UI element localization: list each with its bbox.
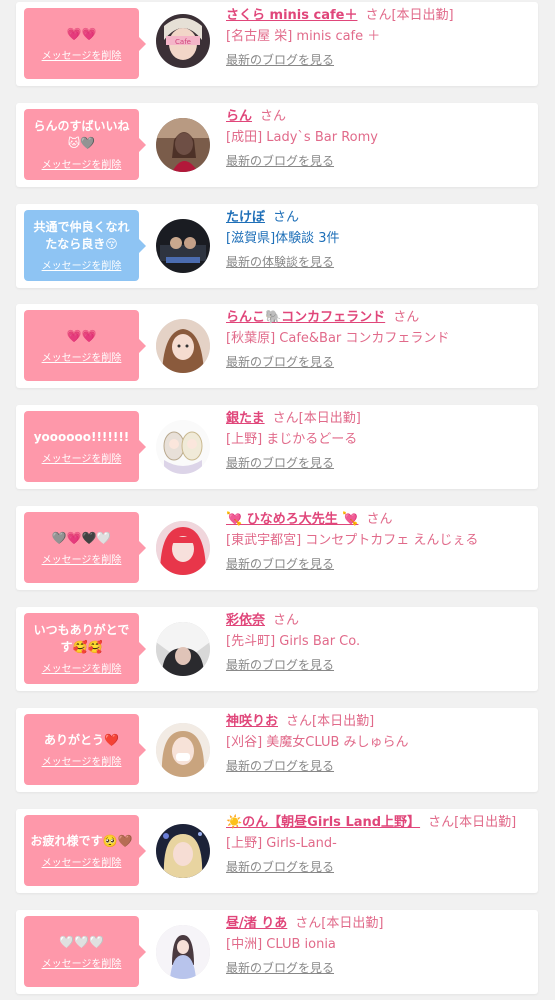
message-bubble: らんのすばいいね🐱🩶 メッセージを削除 xyxy=(24,109,146,180)
shop-label: [中洲] CLUB ionia xyxy=(226,937,336,952)
message-card: 🤍🤍🤍 メッセージを削除 昼/渚 りあ さん[本日出勤] [中洲] CLUB io… xyxy=(16,910,538,994)
honorific: さん xyxy=(295,916,322,931)
message-card: 💗💗 メッセージを削除 らんこ🐘コンカフェランド さん [秋葉原] Cafe&Ba… xyxy=(16,304,538,388)
avatar[interactable]: Cafe xyxy=(156,14,210,68)
profile-name-link[interactable]: 彩依奈 xyxy=(226,613,265,628)
shop-label: [上野] まじかるどーる xyxy=(226,432,358,447)
profile-name-link[interactable]: 💘 ひなめろ大先生 💘 xyxy=(226,512,358,527)
message-text: お疲れ様です🥺🤎 xyxy=(30,833,133,848)
delete-message-link[interactable]: メッセージを削除 xyxy=(42,257,122,272)
message-text: 🩶💗🖤🤍 xyxy=(51,530,112,545)
latest-blog-link[interactable]: 最新のブログを見る xyxy=(226,48,531,72)
work-status: [本日出勤] xyxy=(321,916,384,931)
delete-message-link[interactable]: メッセージを削除 xyxy=(42,854,122,869)
message-text: らんのすばいいね🐱🩶 xyxy=(33,119,130,150)
message-card: yoooooo!!!!!!! メッセージを削除 銀たま さん[本日出勤] [上野]… xyxy=(16,405,538,489)
profile-name-link[interactable]: 神咲りお xyxy=(226,714,278,729)
message-text: ありがとう❤️ xyxy=(44,732,119,747)
avatar[interactable] xyxy=(156,118,210,172)
delete-message-link[interactable]: メッセージを削除 xyxy=(42,47,122,62)
profile-name-link[interactable]: らん xyxy=(226,109,252,124)
avatar[interactable] xyxy=(156,925,210,979)
latest-blog-link[interactable]: 最新のブログを見る xyxy=(226,552,531,576)
shop-label: [先斗町] Girls Bar Co. xyxy=(226,634,361,649)
avatar[interactable] xyxy=(156,420,210,474)
message-bubble: yoooooo!!!!!!! メッセージを削除 xyxy=(24,411,146,482)
message-bubble: 💗💗 メッセージを削除 xyxy=(24,8,146,79)
profile-name-link[interactable]: たけぼ xyxy=(226,210,265,225)
latest-blog-link[interactable]: 最新のブログを見る xyxy=(226,149,531,173)
honorific: さん xyxy=(272,411,299,426)
avatar[interactable] xyxy=(156,723,210,777)
latest-blog-link[interactable]: 最新のブログを見る xyxy=(226,653,531,677)
message-text: いつもありがとです🥰🥰 xyxy=(33,623,130,654)
shop-label: [名古屋 栄] minis cafe ＋ xyxy=(226,29,381,44)
delete-message-link[interactable]: メッセージを削除 xyxy=(42,955,122,970)
profile-name-link[interactable]: 昼/渚 りあ xyxy=(226,916,287,931)
message-bubble: 🤍🤍🤍 メッセージを削除 xyxy=(24,916,146,987)
honorific: さん xyxy=(273,210,300,225)
shop-label: [刈谷] 美魔女CLUB みしゅらん xyxy=(226,735,409,750)
delete-message-link[interactable]: メッセージを削除 xyxy=(42,660,122,675)
message-bubble: いつもありがとです🥰🥰 メッセージを削除 xyxy=(24,613,146,684)
shop-label: [秋葉原] Cafe&Bar コンカフェランド xyxy=(226,331,450,346)
honorific: さん xyxy=(366,512,393,527)
profile-name-link[interactable]: 銀たま xyxy=(226,411,265,426)
profile-name-link[interactable]: らんこ🐘コンカフェランド xyxy=(226,310,385,325)
profile-name-link[interactable]: ☀️のん【朝昼Girls Land上野】 xyxy=(226,815,420,830)
avatar[interactable] xyxy=(156,219,210,273)
work-status: [本日出勤] xyxy=(298,411,361,426)
shop-label: [成田] Lady`s Bar Romy xyxy=(226,130,378,145)
work-status: [本日出勤] xyxy=(312,714,375,729)
message-card: 🩶💗🖤🤍 メッセージを削除 💘 ひなめろ大先生 💘 さん [東武宇都宮] コンセプ… xyxy=(16,506,538,590)
svg-text:Cafe: Cafe xyxy=(175,38,191,46)
message-card: ありがとう❤️ メッセージを削除 神咲りお さん[本日出勤] [刈谷] 美魔女CL… xyxy=(16,708,538,792)
delete-message-link[interactable]: メッセージを削除 xyxy=(42,450,122,465)
message-card: らんのすばいいね🐱🩶 メッセージを削除 らん さん [成田] Lady`s Bar… xyxy=(16,103,538,187)
message-card: いつもありがとです🥰🥰 メッセージを削除 彩依奈 さん [先斗町] Girls B… xyxy=(16,607,538,691)
delete-message-link[interactable]: メッセージを削除 xyxy=(42,156,122,171)
avatar[interactable] xyxy=(156,319,210,373)
avatar[interactable] xyxy=(156,824,210,878)
delete-message-link[interactable]: メッセージを削除 xyxy=(42,551,122,566)
message-bubble: 🩶💗🖤🤍 メッセージを削除 xyxy=(24,512,146,583)
honorific: さん xyxy=(393,310,420,325)
message-text: 共通で仲良くなれたなら良き😚 xyxy=(33,220,130,251)
honorific: さん xyxy=(260,109,287,124)
latest-blog-link[interactable]: 最新のブログを見る xyxy=(226,451,531,475)
message-bubble: お疲れ様です🥺🤎 メッセージを削除 xyxy=(24,815,146,886)
message-bubble: 💗💗 メッセージを削除 xyxy=(24,310,146,381)
message-text: 💗💗 xyxy=(66,26,97,41)
message-card: 💗💗 メッセージを削除 Cafe さくら minis cafe＋ さん[本日出勤]… xyxy=(16,2,538,86)
latest-blog-link[interactable]: 最新のブログを見る xyxy=(226,350,531,374)
honorific: さん xyxy=(286,714,313,729)
message-text: 💗💗 xyxy=(66,328,97,343)
shop-label: [東武宇都宮] コンセプトカフェ えんじぇる xyxy=(226,533,479,548)
avatar[interactable] xyxy=(156,521,210,575)
honorific: さん xyxy=(273,613,300,628)
message-bubble: ありがとう❤️ メッセージを削除 xyxy=(24,714,146,785)
latest-review-link[interactable]: 最新の体験談を見る xyxy=(226,250,531,274)
message-text: yoooooo!!!!!!! xyxy=(33,429,130,444)
shop-label: [滋賀県]体験談 3件 xyxy=(226,231,340,246)
profile-name-link[interactable]: さくら minis cafe＋ xyxy=(226,8,357,23)
work-status: [本日出勤] xyxy=(454,815,517,830)
shop-label: [上野] Girls-Land- xyxy=(226,836,337,851)
latest-blog-link[interactable]: 最新のブログを見る xyxy=(226,956,531,980)
honorific: さん xyxy=(428,815,455,830)
latest-blog-link[interactable]: 最新のブログを見る xyxy=(226,754,531,778)
message-card: お疲れ様です🥺🤎 メッセージを削除 ☀️のん【朝昼Girls Land上野】 さん… xyxy=(16,809,538,893)
message-text: 🤍🤍🤍 xyxy=(59,934,104,949)
delete-message-link[interactable]: メッセージを削除 xyxy=(42,349,122,364)
message-bubble: 共通で仲良くなれたなら良き😚 メッセージを削除 xyxy=(24,210,146,281)
honorific: さん xyxy=(365,8,392,23)
delete-message-link[interactable]: メッセージを削除 xyxy=(42,753,122,768)
work-status: [本日出勤] xyxy=(391,8,454,23)
latest-blog-link[interactable]: 最新のブログを見る xyxy=(226,855,531,879)
message-card: 共通で仲良くなれたなら良き😚 メッセージを削除 たけぼ さん [滋賀県]体験談 3… xyxy=(16,204,538,288)
avatar[interactable] xyxy=(156,622,210,676)
